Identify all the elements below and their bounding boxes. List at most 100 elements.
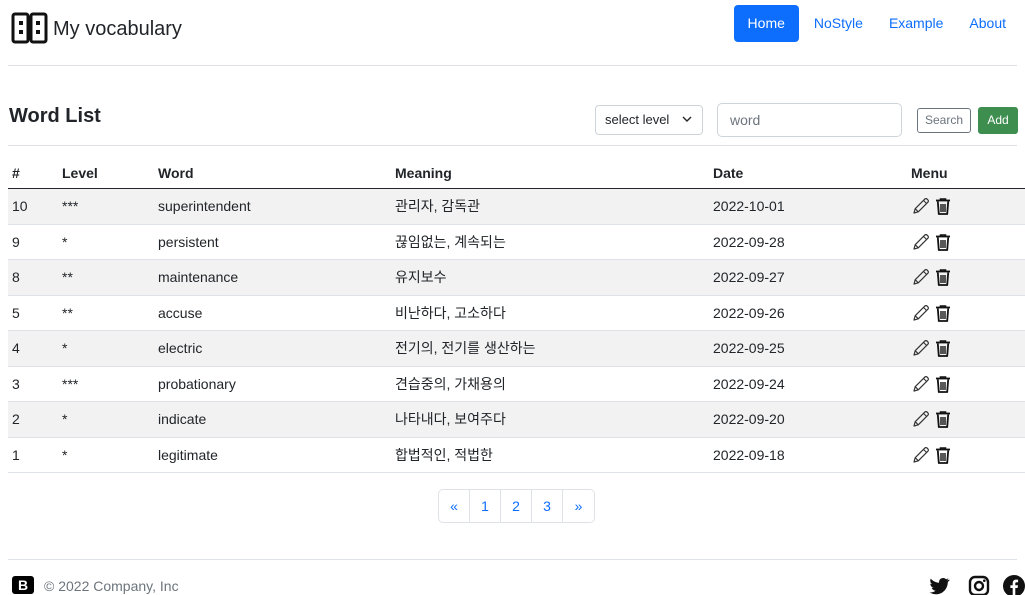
table-header: # Level Word Meaning Date Menu — [8, 158, 1025, 189]
row-level: * — [62, 446, 68, 463]
trash-icon[interactable] — [933, 409, 953, 429]
page-title: Word List — [9, 105, 101, 127]
trash-icon[interactable] — [933, 232, 953, 252]
trash-icon[interactable] — [933, 445, 953, 465]
row-num: 5 — [12, 304, 20, 321]
pencil-icon[interactable] — [911, 196, 931, 216]
page-2[interactable]: 2 — [501, 490, 532, 522]
level-select-label: select level — [605, 112, 670, 127]
bootstrap-logo[interactable]: B — [12, 576, 34, 594]
row-level: * — [62, 340, 68, 357]
table-row: 10 *** superintendent 관리자, 감독관 2022-10-01 — [8, 189, 1025, 225]
header: My vocabulary Home NoStyle Example About — [0, 0, 1025, 66]
row-meaning: 끊임없는, 계속되는 — [395, 233, 506, 250]
header-level: Level — [62, 165, 98, 181]
pencil-icon[interactable] — [911, 374, 931, 394]
pencil-icon[interactable] — [911, 303, 931, 323]
brand[interactable]: My vocabulary — [11, 12, 182, 46]
row-num: 3 — [12, 375, 20, 392]
row-date: 2022-09-20 — [713, 411, 785, 428]
level-select[interactable]: select level — [595, 105, 703, 135]
brand-title: My vocabulary — [53, 17, 182, 40]
row-meaning: 비난하다, 고소하다 — [395, 304, 506, 321]
nav-home[interactable]: Home — [733, 5, 799, 42]
row-menu — [911, 374, 1011, 394]
word-search-input[interactable] — [717, 103, 902, 137]
row-level: *** — [62, 198, 79, 215]
row-date: 2022-09-26 — [713, 304, 785, 321]
table-body: 10 *** superintendent 관리자, 감독관 2022-10-01 9 * p… — [8, 189, 1025, 473]
row-word: legitimate — [158, 446, 218, 463]
row-num: 10 — [12, 198, 28, 215]
row-date: 2022-09-27 — [713, 269, 785, 286]
toolbar-divider — [8, 145, 1017, 146]
row-num: 8 — [12, 269, 20, 286]
table-row: 5 ** accuse 비난하다, 고소하다 2022-09-26 — [8, 296, 1025, 331]
trash-icon[interactable] — [933, 374, 953, 394]
row-menu — [911, 196, 1011, 216]
row-num: 4 — [12, 340, 20, 357]
trash-icon[interactable] — [933, 267, 953, 287]
pencil-icon[interactable] — [911, 445, 931, 465]
row-word: accuse — [158, 304, 203, 321]
row-meaning: 관리자, 감독관 — [395, 198, 481, 215]
row-word: maintenance — [158, 269, 239, 286]
row-word: superintendent — [158, 198, 251, 215]
header-meaning: Meaning — [395, 165, 452, 181]
trash-icon[interactable] — [933, 338, 953, 358]
page-1[interactable]: 1 — [470, 490, 501, 522]
row-word: persistent — [158, 233, 219, 250]
row-date: 2022-09-25 — [713, 340, 785, 357]
row-level: * — [62, 233, 68, 250]
row-num: 9 — [12, 233, 20, 250]
page-prev[interactable]: « — [439, 490, 470, 522]
trash-icon[interactable] — [933, 303, 953, 323]
pencil-icon[interactable] — [911, 338, 931, 358]
search-button[interactable]: Search — [917, 108, 971, 133]
row-meaning: 합법적인, 적법한 — [395, 446, 493, 463]
row-menu — [911, 409, 1011, 429]
table-row: 9 * persistent 끊임없는, 계속되는 2022-09-28 — [8, 225, 1025, 260]
row-meaning: 유지보수 — [395, 269, 447, 286]
row-menu — [911, 232, 1011, 252]
pencil-icon[interactable] — [911, 267, 931, 287]
nav-about[interactable]: About — [956, 5, 1019, 42]
pencil-icon[interactable] — [911, 232, 931, 252]
row-menu — [911, 303, 1011, 323]
table-row: 4 * electric 전기의, 전기를 생산하는 2022-09-25 — [8, 331, 1025, 367]
main-nav: Home NoStyle Example About — [733, 5, 1019, 42]
row-num: 2 — [12, 411, 20, 428]
nav-nostyle[interactable]: NoStyle — [801, 5, 876, 42]
row-date: 2022-09-28 — [713, 233, 785, 250]
footer-divider — [8, 559, 1017, 560]
trash-icon[interactable] — [933, 196, 953, 216]
row-meaning: 전기의, 전기를 생산하는 — [395, 340, 536, 357]
row-date: 2022-09-18 — [713, 446, 785, 463]
instagram-icon[interactable] — [967, 574, 991, 595]
header-num: # — [12, 165, 20, 181]
row-word: electric — [158, 340, 203, 357]
header-divider — [8, 65, 1017, 66]
page-3[interactable]: 3 — [532, 490, 563, 522]
facebook-icon[interactable] — [1002, 574, 1025, 595]
header-menu: Menu — [911, 165, 948, 181]
header-date: Date — [713, 165, 744, 181]
row-menu — [911, 338, 1011, 358]
row-level: ** — [62, 304, 73, 321]
row-num: 1 — [12, 446, 20, 463]
table-row: 8 ** maintenance 유지보수 2022-09-27 — [8, 260, 1025, 296]
add-button[interactable]: Add — [978, 107, 1018, 134]
row-date: 2022-09-24 — [713, 375, 785, 392]
row-word: indicate — [158, 411, 207, 428]
page-next[interactable]: » — [563, 490, 594, 522]
pencil-icon[interactable] — [911, 409, 931, 429]
row-word: probationary — [158, 375, 236, 392]
row-level: * — [62, 411, 68, 428]
twitter-icon[interactable] — [927, 574, 951, 595]
row-meaning: 나타내다, 보여주다 — [395, 411, 506, 428]
row-level: ** — [62, 269, 73, 286]
pagination: « 1 2 3 » — [438, 489, 595, 523]
table-row: 3 *** probationary 견습중의, 가채용의 2022-09-24 — [8, 367, 1025, 402]
nav-example[interactable]: Example — [876, 5, 956, 42]
chevron-down-icon — [682, 106, 692, 144]
